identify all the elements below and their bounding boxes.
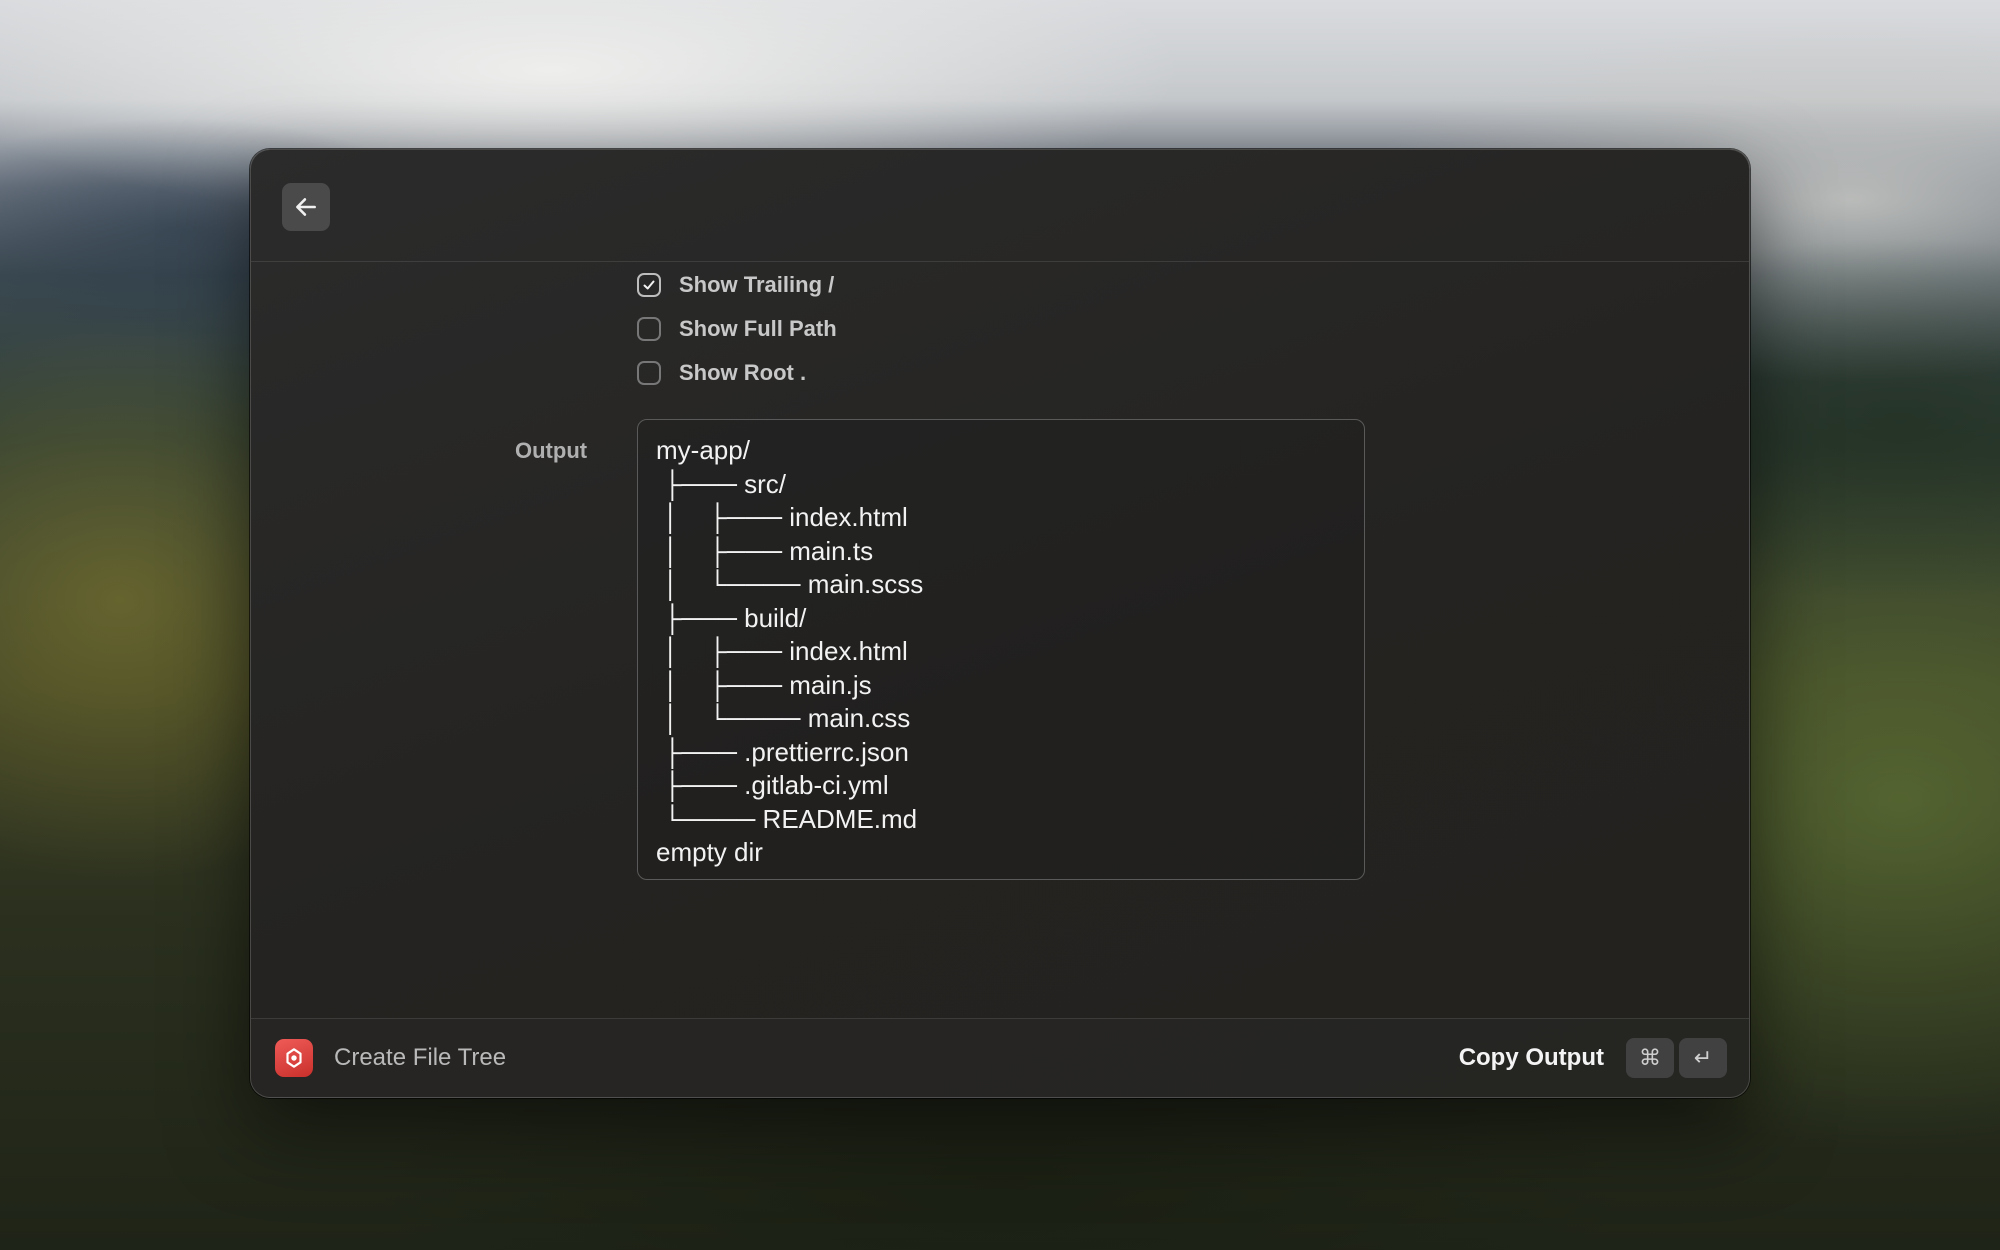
output-line: │ ├─── index.html [656, 636, 908, 666]
show-full-path-checkbox[interactable] [637, 317, 661, 341]
extension-icon [275, 1039, 313, 1077]
copy-output-action[interactable]: Copy Output [1459, 1044, 1604, 1072]
output-label: Output [515, 438, 588, 463]
checkmark-icon [643, 280, 655, 290]
output-line: my-app/ [656, 435, 750, 465]
show-trailing-checkbox[interactable] [637, 273, 661, 297]
extension-name: Create File Tree [334, 1044, 507, 1071]
output-tree-text: my-app/ ├─── src/ │ ├─── index.html │ ├─… [656, 434, 1346, 870]
command-key-icon: ⌘ [1626, 1038, 1674, 1078]
output-line: │ ├─── index.html [656, 502, 908, 532]
output-line: ├─── .gitlab-ci.yml [656, 770, 889, 800]
arrow-left-icon [296, 198, 316, 216]
return-key-icon: ↵ [1679, 1038, 1727, 1078]
option-show-full-path[interactable]: Show Full Path [637, 314, 837, 344]
file-tree-app-icon [286, 1048, 302, 1068]
output-line: ├─── build/ [656, 602, 807, 633]
extension-window: Show Trailing / Show Full Path Show Root… [250, 149, 1750, 1098]
show-root-checkbox[interactable] [637, 361, 661, 385]
top-bar [251, 150, 1749, 262]
output-line: │ ├─── main.ts [656, 535, 874, 566]
show-full-path-label: Show Full Path [679, 316, 837, 341]
option-show-trailing-slash[interactable]: Show Trailing / [637, 270, 834, 300]
output-line: │ ├─── main.js [656, 669, 872, 700]
output-line: │ └──── main.scss [656, 569, 924, 599]
output-line: empty dir [656, 837, 763, 867]
back-button[interactable] [282, 183, 330, 231]
output-line: │ └──── main.css [656, 703, 911, 733]
output-textarea[interactable]: my-app/ ├─── src/ │ ├─── index.html │ ├─… [637, 419, 1365, 880]
action-bar: Create File Tree Copy Output ⌘ ↵ [251, 1018, 1749, 1097]
show-trailing-label: Show Trailing / [679, 272, 835, 297]
show-root-label: Show Root . [679, 360, 807, 385]
output-line: └──── README.md [656, 803, 918, 834]
option-show-root[interactable]: Show Root . [637, 358, 806, 388]
output-line: ├─── src/ [656, 468, 787, 499]
output-line: ├─── .prettierrc.json [656, 736, 909, 767]
